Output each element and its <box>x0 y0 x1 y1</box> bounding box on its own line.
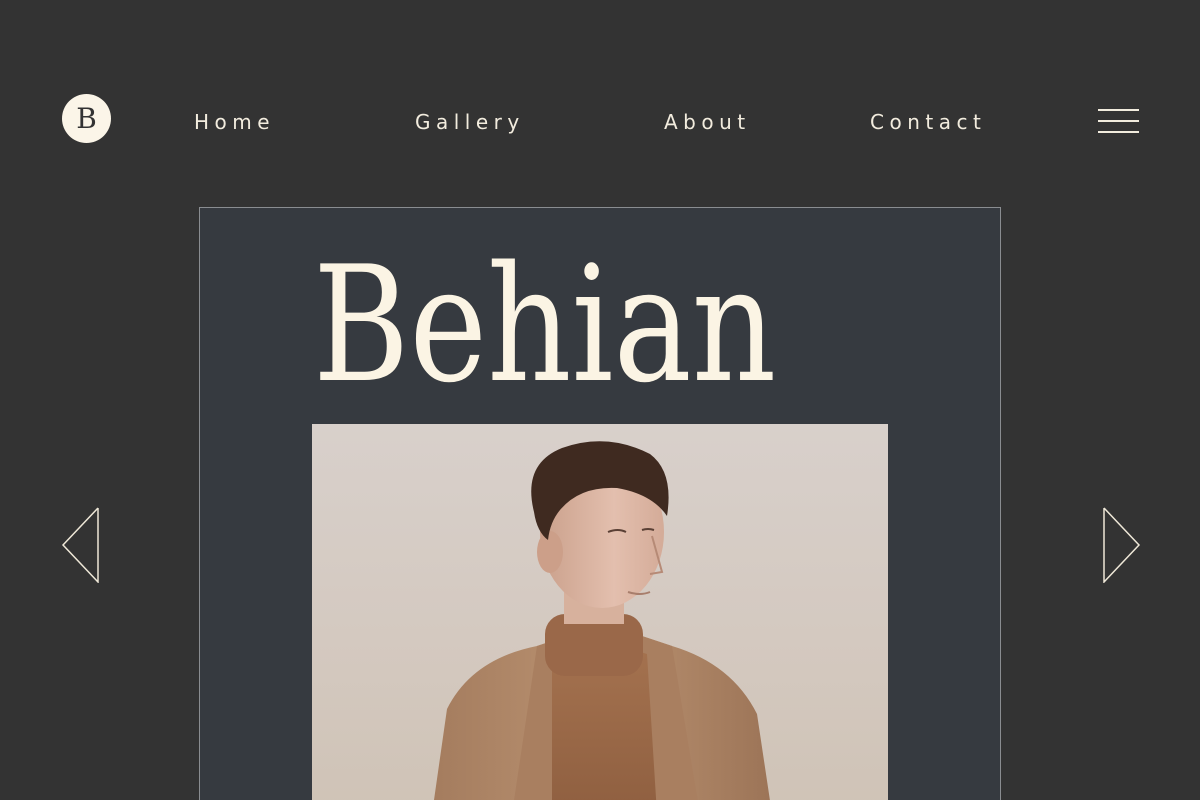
nav-home-link[interactable]: Home <box>194 110 275 134</box>
portrait-illustration <box>434 441 770 800</box>
hamburger-menu-icon[interactable] <box>1098 108 1139 134</box>
ear <box>537 531 563 573</box>
nav-about-link[interactable]: About <box>664 110 751 134</box>
arrow-left-icon[interactable] <box>61 507 101 583</box>
menu-line <box>1098 109 1139 111</box>
arrow-right-icon[interactable] <box>1101 507 1141 583</box>
logo-letter: B <box>76 102 97 135</box>
nav-contact-link[interactable]: Contact <box>870 110 986 134</box>
nav-gallery-link[interactable]: Gallery <box>415 110 525 134</box>
menu-line <box>1098 120 1139 122</box>
menu-line <box>1098 131 1139 133</box>
page: B Home Gallery About Contact Behian <box>0 0 1200 800</box>
hero-title: Behian <box>313 231 777 418</box>
hero-photo <box>312 424 888 800</box>
eye <box>641 528 655 531</box>
logo[interactable]: B <box>62 94 111 143</box>
